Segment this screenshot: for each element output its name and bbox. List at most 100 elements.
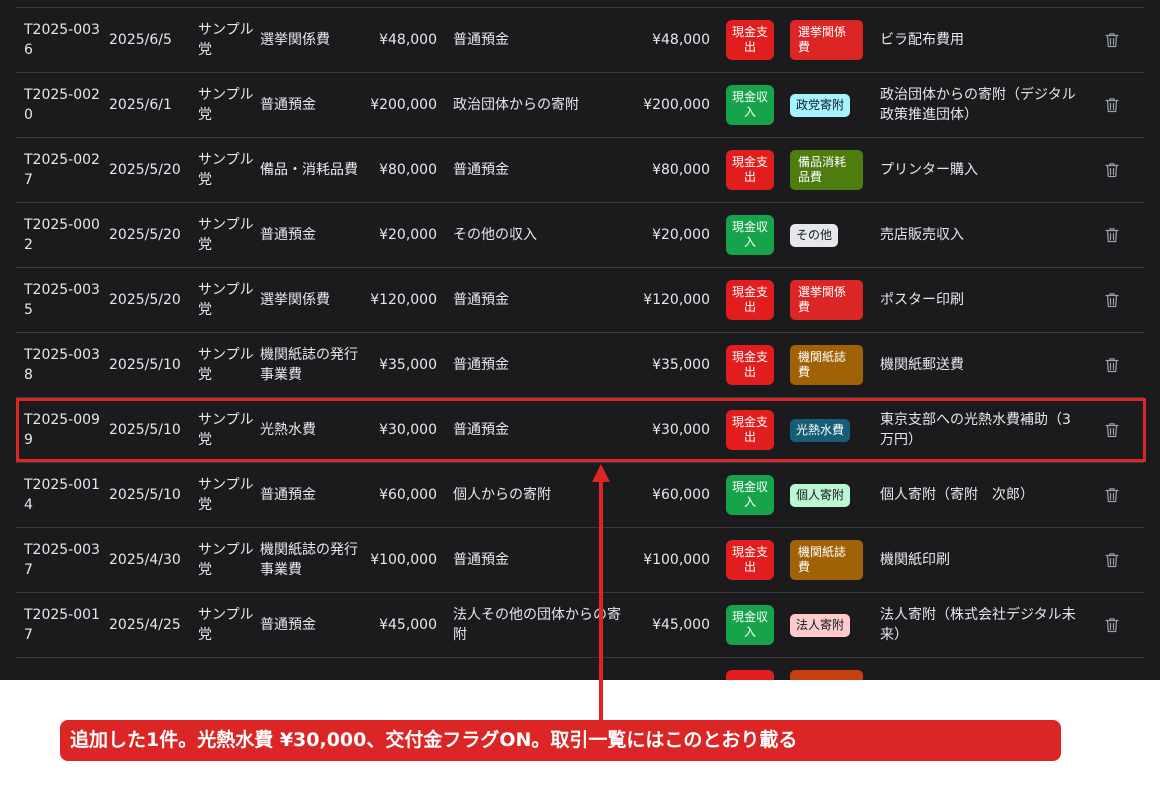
transaction-id-cell: T2025-0014 xyxy=(24,463,104,527)
transaction-id: T2025-0017 xyxy=(24,607,100,643)
transaction-type-badge: 現金支出 xyxy=(726,280,774,320)
delete-button[interactable] xyxy=(1102,593,1122,657)
category-cell: 機関紙誌費 xyxy=(790,333,866,397)
transaction-id-cell: T2025-0036 xyxy=(24,8,104,72)
memo-cell: ポスター印刷 xyxy=(880,268,1080,332)
debit-account: 普通預金 xyxy=(260,617,316,633)
category-cell: 光熱水費 xyxy=(790,398,866,462)
delete-button[interactable] xyxy=(1102,268,1122,332)
transaction-type-cell: 現金 xyxy=(726,658,774,680)
debit-account-cell: 備品・消耗品費 xyxy=(260,138,370,202)
transaction-date-cell: 2025/6/1 xyxy=(109,73,197,137)
party-name: サンプル党 xyxy=(198,542,254,578)
memo: プリンター購入 xyxy=(880,162,978,178)
credit-amount-cell: ¥20,000 xyxy=(626,203,710,267)
debit-account-cell: 選挙関係費 xyxy=(260,8,370,72)
table-row[interactable]: T2025-0035 2025/5/20 サンプル党 選挙関係費 ¥120,000 普通預… xyxy=(16,268,1144,333)
table-row[interactable]: T2025-0027 2025/5/20 サンプル党 備品・消耗品費 ¥80,000 普通… xyxy=(16,138,1144,203)
credit-account-cell: 普通預金 xyxy=(453,333,633,397)
delete-button[interactable] xyxy=(1102,138,1122,202)
party-name: サンプル党 xyxy=(198,607,254,643)
delete-button[interactable] xyxy=(1102,8,1122,72)
category-cell: 備品消耗品費 xyxy=(790,138,866,202)
category-badge: 備品消耗品費 xyxy=(790,150,863,190)
table-row[interactable]: T2025-0036 2025/6/5 サンプル党 選挙関係費 ¥48,000 普通預金 ¥… xyxy=(16,8,1144,73)
delete-button[interactable] xyxy=(1102,528,1122,592)
category-badge: 光熱水費 xyxy=(790,418,851,442)
trash-icon xyxy=(1105,357,1119,373)
debit-amount-cell: ¥200,000 xyxy=(356,73,437,137)
memo-cell: 売店販売収入 xyxy=(880,203,1080,267)
transaction-id: T2025-0020 xyxy=(24,87,100,123)
transaction-type-badge: 現金収入 xyxy=(726,85,774,125)
party-name-cell: サンプル党 xyxy=(198,398,256,462)
debit-amount-cell: ¥80,000 xyxy=(356,138,437,202)
memo: 東京支部への光熱水費補助（3万円） xyxy=(880,412,1071,448)
debit-account: 備品・消耗品費 xyxy=(260,162,358,178)
category-badge: 選挙関係費 xyxy=(790,20,863,60)
transaction-id: T2025-0035 xyxy=(24,282,100,318)
party-name-cell: サンプル党 xyxy=(198,593,256,657)
table-row[interactable]: T2025-0017 2025/4/25 サンプル党 普通預金 ¥45,000 法人その他… xyxy=(16,593,1144,658)
transaction-type-cell: 現金収入 xyxy=(726,73,774,137)
table-row[interactable]: T2025-0014 2025/5/10 サンプル党 普通預金 ¥60,000 個人からの… xyxy=(16,463,1144,528)
delete-button[interactable] xyxy=(1102,463,1122,527)
trash-icon xyxy=(1105,552,1119,568)
party-name-cell: サンプル党 xyxy=(198,203,256,267)
debit-account-cell: 光熱水費 xyxy=(260,398,370,462)
delete-button[interactable] xyxy=(1102,658,1122,680)
trash-icon xyxy=(1105,422,1119,438)
table-row[interactable]: T2025-0020 2025/6/1 サンプル党 普通預金 ¥200,000 政治団体か… xyxy=(16,73,1144,138)
party-name-cell: サンプル党 xyxy=(198,138,256,202)
party-name-cell: サンプル党 xyxy=(198,8,256,72)
transaction-type-cell: 現金支出 xyxy=(726,333,774,397)
transaction-id-cell: T2025-0038 xyxy=(24,333,104,397)
delete-button[interactable] xyxy=(1102,73,1122,137)
debit-account-cell: 普通預金 xyxy=(260,73,370,137)
party-name-cell: サンプル党 xyxy=(198,333,256,397)
delete-button[interactable] xyxy=(1102,333,1122,397)
credit-amount-cell: ¥48,000 xyxy=(626,8,710,72)
table-row[interactable]: T2025-0099 2025/5/10 サンプル党 光熱水費 ¥30,000 普通預金 ¥… xyxy=(16,398,1144,463)
transaction-type-badge: 現金支出 xyxy=(726,345,774,385)
transactions-table: T2025-0036 2025/6/5 サンプル党 選挙関係費 ¥48,000 普通預金 ¥… xyxy=(0,0,1160,680)
transaction-date: 2025/6/5 xyxy=(109,32,172,48)
debit-amount: ¥30,000 xyxy=(379,422,437,438)
credit-account: 普通預金 xyxy=(453,552,509,568)
table-row[interactable]: T2025-0038 2025/5/10 サンプル党 機関紙誌の発行事業費 ¥35,00… xyxy=(16,333,1144,398)
table-row[interactable]: T2025- サンプ現金 組織活動 xyxy=(16,658,1144,680)
transaction-date-cell: 2025/5/20 xyxy=(109,203,197,267)
debit-account-cell: 普通預金 xyxy=(260,203,370,267)
party-name: サンプル党 xyxy=(198,347,254,383)
debit-amount: ¥120,000 xyxy=(370,292,437,308)
credit-account: 普通預金 xyxy=(453,357,509,373)
transaction-id-cell: T2025-0017 xyxy=(24,593,104,657)
credit-amount-cell: ¥120,000 xyxy=(626,268,710,332)
credit-amount-cell: ¥100,000 xyxy=(626,528,710,592)
table-row[interactable]: T2025-0002 2025/5/20 サンプル党 普通預金 ¥20,000 その他の収… xyxy=(16,203,1144,268)
credit-amount: ¥200,000 xyxy=(643,97,710,113)
transaction-date: 2025/4/30 xyxy=(109,552,181,568)
credit-account-cell: 普通預金 xyxy=(453,8,633,72)
annotation-arrow xyxy=(592,464,610,720)
transaction-id: T2025-0036 xyxy=(24,22,100,58)
debit-amount: ¥200,000 xyxy=(370,97,437,113)
debit-account-cell: 選挙関係費 xyxy=(260,268,370,332)
table-row[interactable]: T2025-0037 2025/4/30 サンプル党 機関紙誌の発行事業費 ¥100,0… xyxy=(16,528,1144,593)
transaction-id: T2025-0002 xyxy=(24,217,100,253)
party-name-cell: サンプル党 xyxy=(198,268,256,332)
party-name: サンプル党 xyxy=(198,477,254,513)
debit-amount: ¥80,000 xyxy=(379,162,437,178)
category-badge: 法人寄附 xyxy=(790,613,851,637)
transaction-date-cell: 2025/5/20 xyxy=(109,138,197,202)
credit-amount: ¥35,000 xyxy=(652,357,710,373)
category-badge: 個人寄附 xyxy=(790,483,851,507)
memo-cell: 個人寄附（寄附 次郎） xyxy=(880,463,1080,527)
trash-icon xyxy=(1105,97,1119,113)
party-name: サンプル党 xyxy=(198,282,254,318)
debit-amount-cell xyxy=(356,658,437,680)
delete-button[interactable] xyxy=(1102,203,1122,267)
debit-amount-cell: ¥120,000 xyxy=(356,268,437,332)
delete-button[interactable] xyxy=(1102,398,1122,462)
memo: ポスター印刷 xyxy=(880,292,964,308)
